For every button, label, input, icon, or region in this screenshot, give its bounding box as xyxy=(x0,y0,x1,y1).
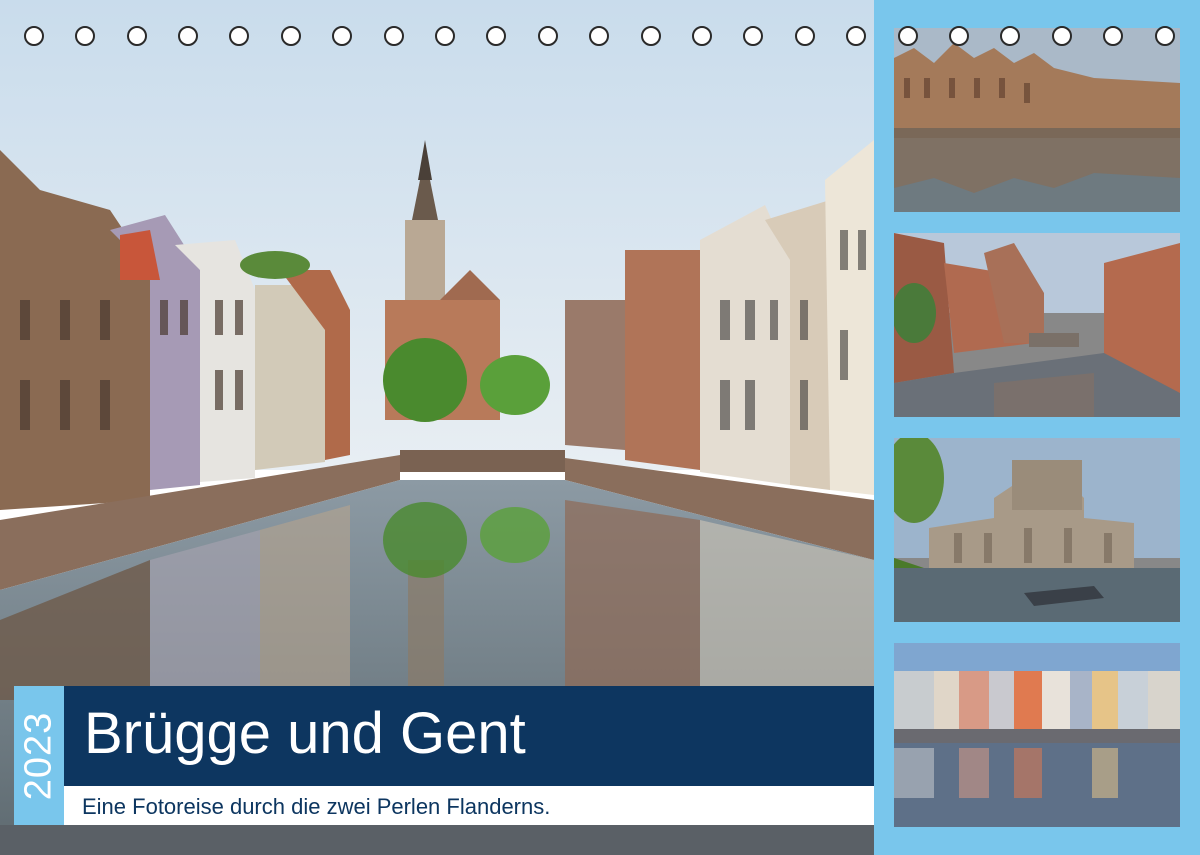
binding-hole xyxy=(743,26,763,46)
binding-hole xyxy=(589,26,609,46)
binding-hole xyxy=(898,26,918,46)
binding-hole xyxy=(1000,26,1020,46)
cover-year: 2023 xyxy=(17,711,60,801)
binding-hole xyxy=(1155,26,1175,46)
binding-hole xyxy=(641,26,661,46)
binding-hole xyxy=(435,26,455,46)
thumbnail-bruges-canal-bridge xyxy=(894,233,1180,417)
binding-hole xyxy=(1103,26,1123,46)
binding-hole xyxy=(949,26,969,46)
side-panel xyxy=(874,0,1200,855)
binding-hole xyxy=(1052,26,1072,46)
binding-hole xyxy=(538,26,558,46)
binding-hole xyxy=(281,26,301,46)
binding-hole xyxy=(332,26,352,46)
cover-title: Brügge und Gent xyxy=(84,701,526,766)
binding-hole xyxy=(24,26,44,46)
binding-hole xyxy=(75,26,95,46)
binding-hole xyxy=(692,26,712,46)
binding-hole xyxy=(384,26,404,46)
binding-hole xyxy=(178,26,198,46)
binding-hole xyxy=(846,26,866,46)
binding-hole xyxy=(486,26,506,46)
binding-hole xyxy=(229,26,249,46)
title-bar: Brügge und Gent xyxy=(64,686,874,786)
thumbnail-ghent-waterfront xyxy=(894,643,1180,827)
thumbnail-ghent-graslei xyxy=(894,28,1180,212)
thumbnail-gravensteen-castle xyxy=(894,438,1180,622)
subtitle-bar: Eine Fotoreise durch die zwei Perlen Fla… xyxy=(64,786,874,825)
cover-subtitle: Eine Fotoreise durch die zwei Perlen Fla… xyxy=(82,794,551,819)
binding-hole xyxy=(127,26,147,46)
binding-hole xyxy=(795,26,815,46)
